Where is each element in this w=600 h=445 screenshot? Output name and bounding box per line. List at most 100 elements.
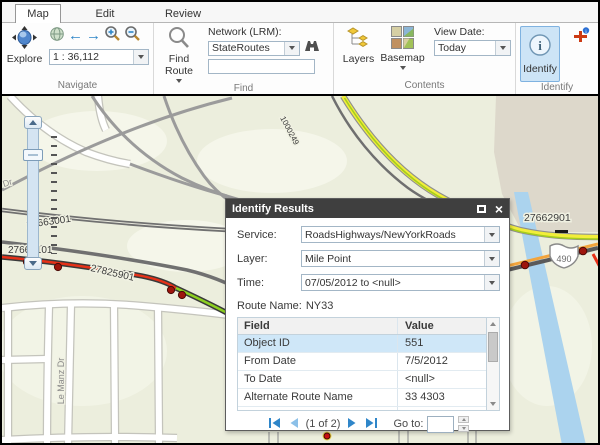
zoom-slider-track[interactable] (27, 120, 39, 266)
previous-page-button[interactable] (288, 417, 299, 432)
application-window: Map Edit Review (0, 0, 600, 445)
find-route-button[interactable]: Find Route (158, 26, 200, 83)
identify-results-dialog: Identify Results × Service: RoadsHighway… (225, 198, 510, 431)
zoom-out-icon[interactable] (124, 25, 141, 47)
spinner-down-icon[interactable] (458, 425, 469, 432)
identify-button[interactable]: i Identify (520, 26, 560, 82)
network-dropdown-arrow-icon[interactable] (284, 42, 299, 55)
group-find: Find Route Network (LRM): StateRoutes (154, 23, 334, 94)
magnifier-icon (167, 26, 191, 53)
service-row: Service: RoadsHighways/NewYorkRoads (237, 225, 500, 244)
network-lrm-combobox[interactable]: StateRoutes (208, 41, 300, 56)
layer-combobox[interactable]: Mile Point (301, 250, 500, 267)
layer-label: Layer: (237, 253, 301, 265)
last-page-button[interactable] (365, 417, 378, 432)
route-id-label: 27662901 (524, 212, 571, 224)
time-label: Time: (237, 277, 301, 289)
dialog-title: Identify Results (232, 203, 477, 215)
table-row[interactable]: Object ID 551 (238, 335, 486, 353)
svg-text:i: i (538, 38, 542, 53)
maximize-icon[interactable] (477, 205, 486, 213)
zoom-slider-thumb[interactable] (23, 149, 43, 161)
svg-text:490: 490 (556, 254, 571, 264)
explore-orb-icon (11, 26, 38, 53)
first-page-button[interactable] (268, 417, 281, 432)
route-name-value: NY33 (306, 300, 334, 312)
service-combobox[interactable]: RoadsHighways/NewYorkRoads (301, 226, 500, 243)
find-route-value-input[interactable] (208, 59, 315, 74)
layers-button[interactable]: Layers (338, 26, 379, 80)
binoculars-icon[interactable] (304, 39, 320, 57)
ribbon-tabstrip: Map Edit Review (2, 2, 598, 23)
goto-page-input[interactable] (427, 416, 454, 433)
group-label-find: Find (154, 83, 333, 94)
layer-dropdown-arrow-icon[interactable] (484, 251, 499, 266)
time-dropdown-arrow-icon[interactable] (484, 275, 499, 290)
table-row[interactable]: Alternate Route Name 33 4303 (238, 389, 486, 407)
scrollbar-thumb[interactable] (488, 332, 498, 362)
view-date-combobox[interactable]: Today (434, 40, 511, 56)
basemap-button[interactable]: Basemap (379, 26, 426, 80)
identify-route-location-icon[interactable]: i (573, 27, 590, 48)
globe-icon[interactable] (49, 26, 65, 47)
view-date-dropdown-arrow-icon[interactable] (495, 41, 510, 55)
explore-button[interactable]: Explore (6, 26, 43, 80)
table-header-row: Field Value (238, 318, 486, 335)
basemap-dropdown-icon[interactable] (400, 66, 406, 70)
dialog-titlebar[interactable]: Identify Results × (226, 199, 509, 218)
basemap-icon (391, 26, 414, 52)
view-date-label: View Date: (434, 26, 511, 38)
street-label: Dr (2, 177, 13, 189)
column-header-field: Field (238, 318, 398, 334)
table-scrollbar[interactable] (486, 318, 499, 410)
group-navigate: Explore ← → (2, 23, 154, 94)
zoom-slider-down-button[interactable] (24, 257, 42, 270)
time-combobox[interactable]: 07/05/2012 to <null> (301, 274, 500, 291)
service-label: Service: (237, 229, 301, 241)
pagination-bar: (1 of 2) Go to: (237, 411, 500, 437)
ribbon: Explore ← → (2, 23, 598, 94)
service-dropdown-arrow-icon[interactable] (484, 227, 499, 242)
goto-label: Go to: (393, 418, 423, 430)
forward-arrow-icon[interactable]: → (86, 29, 101, 43)
layer-row: Layer: Mile Point (237, 249, 500, 268)
group-contents: Layers Basemap (334, 23, 516, 94)
identify-icon: i (527, 33, 553, 63)
close-icon[interactable]: × (495, 203, 503, 215)
group-identify: i Identify i Identify (516, 23, 598, 94)
attributes-table: Field Value Object ID 551 From Date 7/5/… (237, 317, 500, 411)
zoom-in-icon[interactable] (104, 25, 121, 47)
route-id-label: 27825901 (89, 263, 135, 284)
scale-dropdown-arrow-icon[interactable] (133, 50, 148, 64)
column-header-value: Value (398, 318, 486, 334)
map-scale-combobox[interactable]: 1 : 36,112 (49, 49, 149, 65)
back-arrow-icon[interactable]: ← (68, 29, 83, 43)
map-scale-value: 1 : 36,112 (50, 51, 133, 63)
map-canvas[interactable]: 490 27663001 27663101 27825901 27662901 … (2, 94, 598, 443)
route-shield-490: 490 (550, 244, 578, 268)
spinner-up-icon[interactable] (458, 416, 469, 423)
group-label-identify: Identify (516, 82, 598, 94)
group-label-contents: Contents (334, 80, 515, 94)
next-page-button[interactable] (347, 417, 358, 432)
tab-review[interactable]: Review (151, 5, 215, 23)
route-name-label: Route Name: (237, 300, 302, 312)
route-name-row: Route Name: NY33 (237, 297, 500, 315)
zoom-slider-ticks (51, 136, 57, 254)
table-row[interactable]: To Date <null> (238, 371, 486, 389)
scroll-down-icon[interactable] (487, 398, 499, 410)
zoom-slider-up-button[interactable] (24, 116, 42, 129)
goto-spinner (458, 416, 469, 432)
page-indicator: (1 of 2) (306, 418, 341, 430)
table-row[interactable]: From Date 7/5/2012 (238, 353, 486, 371)
table-row (238, 407, 486, 411)
group-label-navigate: Navigate (2, 80, 153, 94)
scroll-up-icon[interactable] (487, 318, 499, 330)
tab-map[interactable]: Map (15, 4, 61, 23)
tab-edit[interactable]: Edit (77, 5, 133, 23)
street-label: Le Manz Dr (56, 358, 66, 405)
layers-icon (347, 26, 371, 53)
time-row: Time: 07/05/2012 to <null> (237, 273, 500, 292)
map-zoom-slider (20, 116, 70, 272)
network-lrm-label: Network (LRM): (208, 26, 320, 38)
